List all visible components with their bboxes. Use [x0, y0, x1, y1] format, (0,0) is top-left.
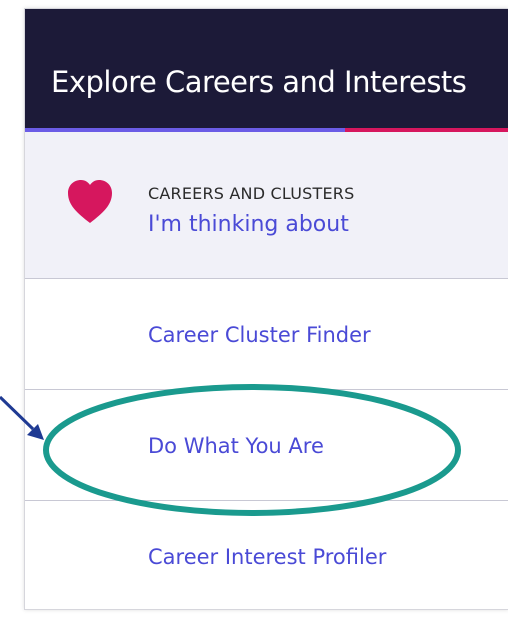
- thinking-about-link[interactable]: I'm thinking about: [148, 212, 349, 237]
- careers-and-clusters-label: CAREERS AND CLUSTERS: [148, 184, 355, 203]
- panel-header: Explore Careers and Interests: [25, 9, 508, 128]
- screenshot-stage: Explore Careers and Interests CAREERS AN…: [0, 0, 508, 619]
- panel-title: Explore Careers and Interests: [51, 65, 467, 99]
- heart-icon: [68, 180, 112, 223]
- nav-item-label[interactable]: Career Cluster Finder: [148, 323, 371, 347]
- nav-item-label[interactable]: Career Interest Profiler: [148, 545, 386, 569]
- nav-item-do-what-you-are[interactable]: Do What You Are: [25, 390, 508, 501]
- nav-item-career-cluster-finder[interactable]: Career Cluster Finder: [25, 279, 508, 390]
- explore-careers-panel: Explore Careers and Interests CAREERS AN…: [24, 8, 508, 610]
- nav-item-label[interactable]: Do What You Are: [148, 434, 324, 458]
- nav-item-career-interest-profiler[interactable]: Career Interest Profiler: [25, 501, 508, 609]
- thinking-about-row[interactable]: CAREERS AND CLUSTERS I'm thinking about: [25, 132, 508, 279]
